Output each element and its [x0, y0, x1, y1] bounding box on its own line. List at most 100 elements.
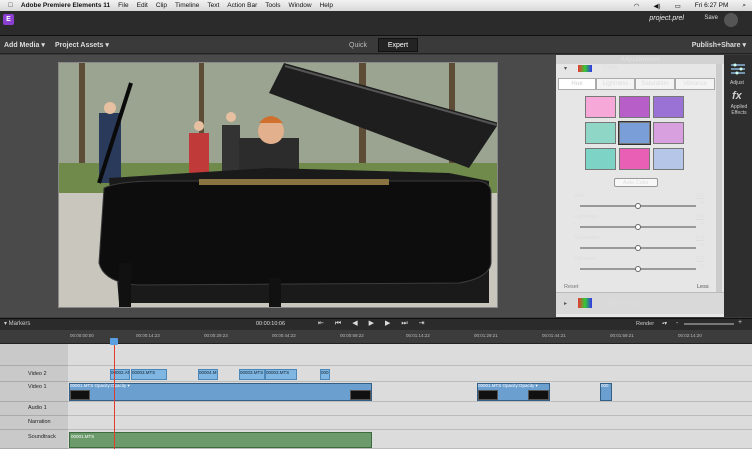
frame-forward-icon[interactable]: ▶ — [385, 320, 401, 327]
plus-icon[interactable]: + — [700, 200, 704, 207]
color-variation-swatch[interactable] — [619, 148, 650, 170]
color-variation-swatch[interactable] — [585, 122, 616, 144]
vibrance-slider-knob[interactable] — [635, 266, 641, 272]
color-variation-swatch[interactable] — [653, 122, 684, 144]
video-2-clip[interactable]: 00004.M — [198, 369, 218, 380]
video-2-clip[interactable]: 00003.MTS — [131, 369, 167, 380]
color-variation-swatch[interactable] — [653, 148, 684, 170]
ruler-tick: 00:00:29:23 — [204, 333, 228, 338]
video-preview[interactable] — [58, 62, 498, 308]
track-header-video-2[interactable]: Video 2 — [0, 366, 68, 382]
playhead-handle[interactable] — [110, 338, 118, 345]
track-header-narration[interactable]: Narration — [0, 416, 68, 430]
render-button[interactable]: Render — [636, 321, 654, 327]
zoom-in-icon[interactable]: + — [738, 319, 742, 326]
publish-share-button[interactable]: Publish+Share ▾ — [692, 41, 746, 49]
saturation-slider-knob[interactable] — [635, 245, 641, 251]
menu-edit[interactable]: Edit — [137, 2, 148, 9]
minus-icon[interactable]: - — [573, 242, 575, 249]
zoom-slider[interactable] — [684, 323, 734, 325]
wifi-icon[interactable]: ◠ — [634, 2, 640, 10]
minus-icon[interactable]: - — [573, 263, 575, 270]
narration-track[interactable] — [68, 416, 752, 430]
zoom-out-icon[interactable]: - — [676, 320, 678, 327]
video-2-clip[interactable]: 00003.MTS — [265, 369, 297, 380]
timecode-display[interactable]: 00:00:10:06 — [256, 321, 285, 327]
menu-clock[interactable]: Fri 6:27 PM — [695, 2, 729, 9]
menu-text[interactable]: Text — [207, 2, 219, 9]
playhead-line[interactable] — [114, 338, 115, 449]
video-2-clip[interactable]: 00003.MTS — [239, 369, 265, 380]
tab-vibrance[interactable]: Vibrance — [675, 78, 715, 90]
lightness-value[interactable]: 0.0 — [696, 214, 704, 220]
menu-app-name[interactable]: Adobe Premiere Elements 11 — [21, 2, 110, 9]
lightness-slider-knob[interactable] — [635, 224, 641, 230]
collapse-icon[interactable]: ▾ — [564, 65, 567, 72]
goto-end-icon[interactable]: ⇥ — [419, 320, 436, 327]
frame-back-icon[interactable]: ◀ — [352, 320, 368, 327]
audio-1-track[interactable] — [68, 402, 752, 416]
track-header-video-1[interactable]: Video 1 — [0, 382, 68, 402]
color-rgb-icon — [578, 298, 592, 308]
menu-file[interactable]: File — [118, 2, 128, 9]
video-2-track[interactable] — [68, 366, 752, 382]
hue-slider-knob[interactable] — [635, 203, 641, 209]
hue-value[interactable]: 0.0 — [696, 193, 704, 199]
color-variation-swatch[interactable] — [585, 96, 616, 118]
expert-mode-tab[interactable]: Expert — [378, 38, 418, 52]
color-variation-swatch[interactable] — [619, 96, 650, 118]
apple-icon[interactable]:  — [8, 2, 13, 9]
panel-scrollbar[interactable] — [716, 64, 722, 292]
markers-menu[interactable]: ▾ Markers — [4, 320, 30, 327]
less-link[interactable]: Less — [697, 284, 709, 290]
color-rgb-title: Color (RGB) — [603, 300, 639, 307]
search-icon[interactable]: ⌕ — [742, 2, 746, 10]
step-forward-icon[interactable]: ⏭ — [401, 320, 418, 327]
plus-icon[interactable]: + — [700, 242, 704, 249]
track-header-soundtrack[interactable]: Soundtrack — [0, 430, 68, 449]
menu-action-bar[interactable]: Action Bar — [227, 2, 257, 9]
menu-help[interactable]: Help — [320, 2, 333, 9]
quick-mode-tab[interactable]: Quick — [340, 40, 376, 52]
adjust-label[interactable]: Adjust — [730, 80, 744, 86]
menu-timeline[interactable]: Timeline — [175, 2, 199, 9]
auto-color-button[interactable]: Auto Color — [614, 178, 658, 187]
color-variation-swatch[interactable] — [585, 148, 616, 170]
tab-lightness[interactable]: Lightness — [596, 78, 635, 90]
color-section-title: Color — [603, 64, 619, 71]
applied-effects-label[interactable]: Applied Effects — [728, 104, 750, 116]
reset-link[interactable]: Reset — [564, 284, 578, 290]
color-variation-swatch[interactable] — [618, 121, 651, 145]
video-2-clip[interactable]: 000 — [320, 369, 330, 380]
adjust-icon[interactable] — [729, 62, 747, 76]
battery-icon[interactable]: ▭ — [675, 2, 681, 10]
vibrance-value[interactable]: 0.0 — [696, 256, 704, 262]
timeline-view-icon[interactable]: ▪▾ — [662, 320, 667, 327]
goto-start-icon[interactable]: ⇤ — [318, 320, 335, 327]
add-media-button[interactable]: Add Media ▾ — [4, 41, 45, 49]
fx-icon[interactable]: fx — [732, 90, 742, 102]
tab-hue[interactable]: Hue — [558, 78, 596, 90]
color-variation-swatch[interactable] — [653, 96, 684, 118]
menu-clip[interactable]: Clip — [156, 2, 167, 9]
expand-icon[interactable]: ▸ — [564, 300, 567, 307]
empty-track[interactable] — [68, 344, 752, 366]
profile-icon[interactable] — [724, 13, 738, 27]
minus-icon[interactable]: - — [573, 221, 575, 228]
play-icon[interactable]: ▶ — [369, 320, 385, 327]
saturation-value[interactable]: 0.0 — [696, 235, 704, 241]
track-header-audio-1[interactable]: Audio 1 — [0, 402, 68, 416]
tab-saturation[interactable]: Saturation — [635, 78, 675, 90]
plus-icon[interactable]: + — [700, 263, 704, 270]
step-back-icon[interactable]: ⏮ — [335, 320, 352, 327]
vibrance-label: Vibrance — [574, 256, 596, 262]
volume-icon[interactable]: ◀) — [653, 2, 660, 10]
plus-icon[interactable]: + — [700, 221, 704, 228]
ruler-tick: 00:01:44:21 — [542, 333, 566, 338]
menu-tools[interactable]: Tools — [265, 2, 280, 9]
project-assets-button[interactable]: Project Assets ▾ — [55, 41, 109, 49]
menu-window[interactable]: Window — [288, 2, 311, 9]
video-2-clip[interactable]: 00002.AT — [110, 369, 130, 380]
save-button[interactable]: Save — [704, 15, 718, 21]
minus-icon[interactable]: - — [573, 200, 575, 207]
